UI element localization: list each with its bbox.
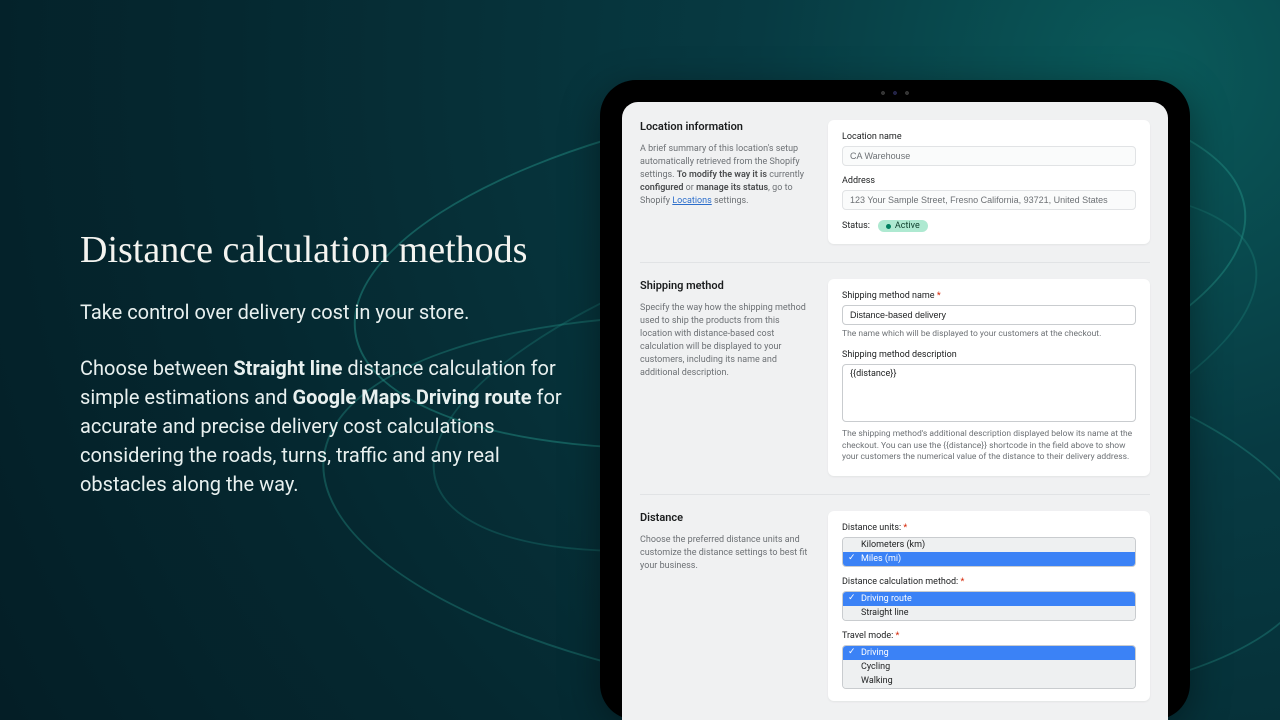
mode-label: Travel mode: * <box>842 631 1136 641</box>
mode-option-driving[interactable]: Driving <box>843 646 1135 660</box>
app-screen: Location information A brief summary of … <box>622 102 1168 720</box>
shipping-desc-label: Shipping method description <box>842 350 1136 360</box>
location-description: A brief summary of this location's setup… <box>640 143 810 208</box>
shipping-heading: Shipping method <box>640 279 810 292</box>
distance-heading: Distance <box>640 511 810 524</box>
tablet-frame: Location information A brief summary of … <box>600 80 1190 720</box>
location-name-label: Location name <box>842 132 1136 142</box>
shipping-name-help: The name which will be displayed to your… <box>842 329 1136 340</box>
method-label: Distance calculation method: * <box>842 577 1136 587</box>
method-option-driving[interactable]: Driving route <box>843 592 1135 606</box>
units-option-km[interactable]: Kilometers (km) <box>843 538 1135 552</box>
location-heading: Location information <box>640 120 810 133</box>
locations-link[interactable]: Locations <box>672 196 711 206</box>
method-dropdown[interactable]: Driving route Straight line <box>842 591 1136 621</box>
status-label: Status: <box>842 221 870 231</box>
status-badge: Active <box>878 220 928 232</box>
shipping-desc-textarea[interactable] <box>842 364 1136 422</box>
shipping-desc-help: The shipping method's additional descrip… <box>842 429 1136 463</box>
location-card: Location name Address Status: Active <box>828 120 1150 244</box>
address-input <box>842 190 1136 210</box>
shipping-card: Shipping method name * The name which wi… <box>828 279 1150 476</box>
location-name-input <box>842 146 1136 166</box>
hero-title: Distance calculation methods <box>80 228 580 272</box>
address-label: Address <box>842 176 1136 186</box>
units-dropdown[interactable]: Kilometers (km) Miles (mi) <box>842 537 1136 567</box>
section-distance: Distance Choose the preferred distance u… <box>640 511 1150 701</box>
mode-option-walking[interactable]: Walking <box>843 674 1135 688</box>
mode-dropdown[interactable]: Driving Cycling Walking <box>842 645 1136 689</box>
section-shipping: Shipping method Specify the way how the … <box>640 279 1150 495</box>
distance-description: Choose the preferred distance units and … <box>640 534 810 573</box>
units-label: Distance units: * <box>842 523 1136 533</box>
hero-subtitle: Take control over delivery cost in your … <box>80 300 580 324</box>
hero-copy: Distance calculation methods Take contro… <box>80 228 580 499</box>
distance-card: Distance units: * Kilometers (km) Miles … <box>828 511 1150 701</box>
shipping-description: Specify the way how the shipping method … <box>640 302 810 380</box>
method-option-straight[interactable]: Straight line <box>843 606 1135 620</box>
hero-body: Choose between Straight line distance ca… <box>80 354 580 499</box>
mode-option-cycling[interactable]: Cycling <box>843 660 1135 674</box>
units-option-mi[interactable]: Miles (mi) <box>843 552 1135 566</box>
section-location: Location information A brief summary of … <box>640 120 1150 263</box>
shipping-name-input[interactable] <box>842 305 1136 325</box>
shipping-name-label: Shipping method name * <box>842 291 1136 301</box>
